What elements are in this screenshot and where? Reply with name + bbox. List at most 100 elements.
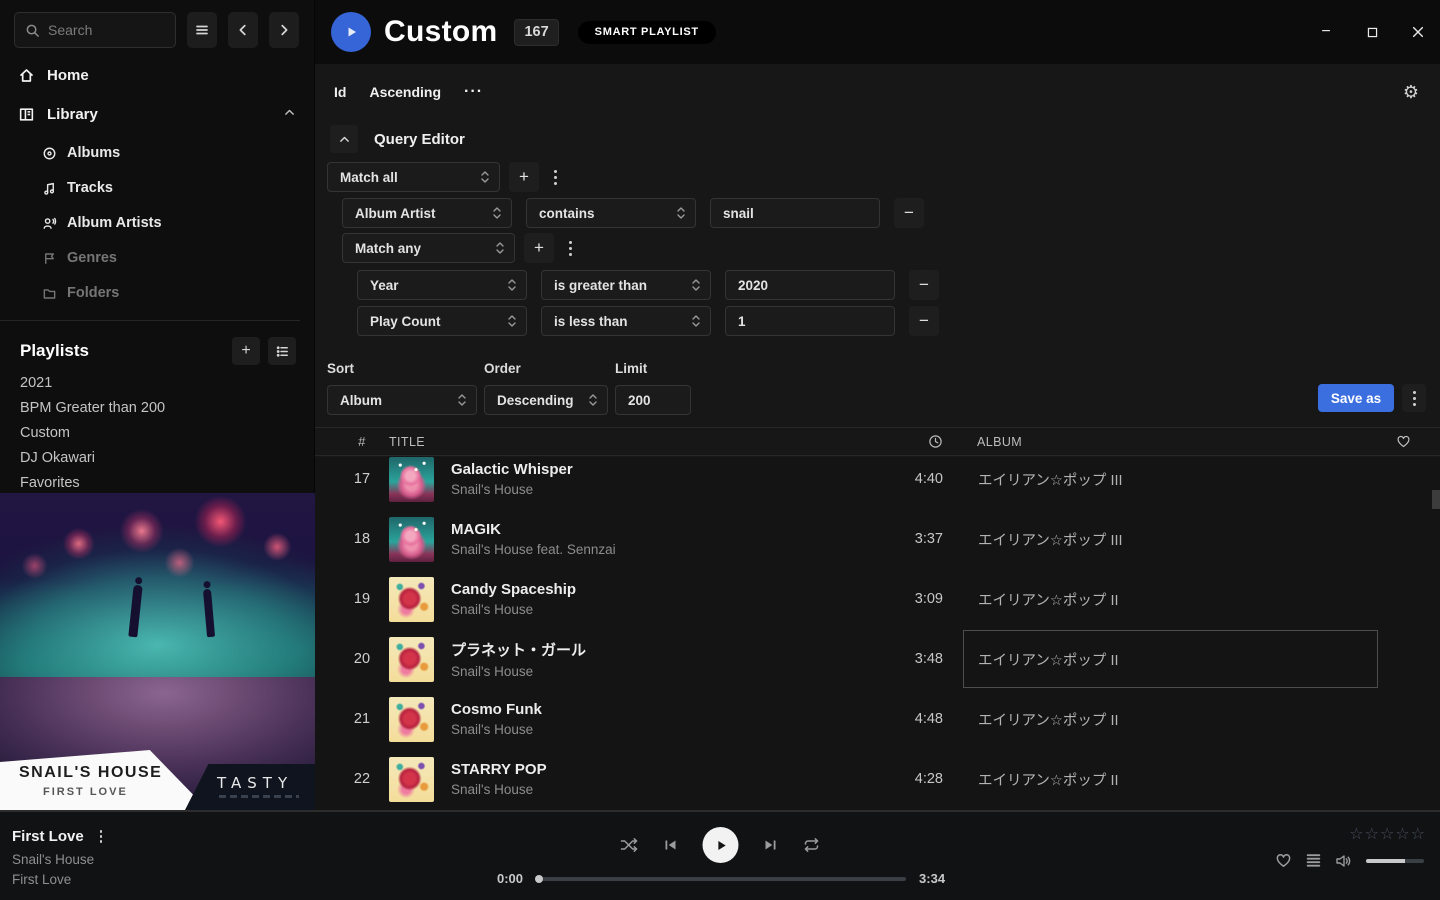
track-album-cell[interactable]: エイリアン☆ポップ II: [963, 750, 1378, 808]
progress-bar[interactable]: [536, 877, 906, 881]
shuffle-button[interactable]: [620, 837, 639, 853]
column-duration[interactable]: [873, 434, 963, 449]
limit-input[interactable]: [615, 385, 691, 415]
sidebar-item-genres[interactable]: Genres: [0, 245, 314, 271]
favorite-button[interactable]: [1275, 852, 1292, 869]
volume-slider[interactable]: [1366, 859, 1424, 863]
play-icon: [343, 24, 359, 40]
rule-value-input[interactable]: [725, 270, 895, 300]
track-album-cell[interactable]: エイリアン☆ポップ III: [963, 457, 1378, 508]
repeat-button[interactable]: [803, 837, 821, 853]
playlist-item[interactable]: 2021: [20, 371, 304, 396]
rule-value-input[interactable]: [725, 306, 895, 336]
track-title: Candy Spaceship: [451, 581, 873, 598]
sort-field-button[interactable]: Id: [334, 84, 346, 100]
track-row[interactable]: 20 プラネット・ガール Snail's House 3:48 エイリアン☆ポッ…: [315, 629, 1440, 689]
column-title[interactable]: TITLE: [389, 435, 873, 449]
track-options-kebab-button[interactable]: [94, 826, 109, 847]
group-options-kebab-button[interactable]: [563, 237, 578, 260]
track-album-cell[interactable]: エイリアン☆ポップ III: [963, 510, 1378, 568]
track-album-cell[interactable]: エイリアン☆ポップ II: [963, 570, 1378, 628]
track-row[interactable]: 19 Candy Spaceship Snail's House 3:09 エイ…: [315, 569, 1440, 629]
rule-operator-select[interactable]: contains: [526, 198, 696, 228]
chevrons-up-down-icon: [676, 205, 686, 221]
save-options-kebab-button[interactable]: [1402, 384, 1426, 412]
sidebar-item-folders[interactable]: Folders: [0, 280, 314, 306]
star-icon[interactable]: ☆: [1411, 824, 1425, 844]
now-playing-artist[interactable]: Snail's House: [12, 852, 108, 867]
group-options-kebab-button[interactable]: [548, 166, 563, 189]
now-playing-album[interactable]: First Love: [12, 872, 108, 887]
sidebar-item-library[interactable]: Library: [0, 101, 314, 127]
queue-button[interactable]: [1305, 852, 1322, 869]
remove-rule-button[interactable]: −: [909, 270, 939, 300]
remove-rule-button[interactable]: −: [894, 198, 924, 228]
playlist-item[interactable]: BPM Greater than 200: [20, 396, 304, 421]
star-icon[interactable]: ☆: [1365, 824, 1379, 844]
add-rule-button[interactable]: +: [524, 233, 554, 263]
nav-back-button[interactable]: [228, 12, 258, 48]
track-artist[interactable]: Snail's House: [451, 782, 873, 797]
search-input[interactable]: [48, 22, 165, 38]
previous-track-button[interactable]: [663, 837, 679, 853]
rule-field-select[interactable]: Play Count: [357, 306, 527, 336]
track-table-header: # TITLE ALBUM: [315, 427, 1440, 456]
minimize-button[interactable]: −: [1310, 16, 1342, 48]
star-icon[interactable]: ☆: [1349, 824, 1363, 844]
star-icon[interactable]: ☆: [1395, 824, 1409, 844]
rule-operator-select[interactable]: is less than: [541, 306, 711, 336]
sidebar-item-tracks[interactable]: Tracks: [0, 175, 314, 201]
rule-operator-select[interactable]: is greater than: [541, 270, 711, 300]
match-type-select[interactable]: Match all: [327, 162, 500, 192]
sidebar-item-home[interactable]: Home: [0, 62, 314, 88]
track-album-cell[interactable]: エイリアン☆ポップ II: [963, 690, 1378, 748]
collapse-query-editor-button[interactable]: [330, 125, 358, 153]
rule-field-select[interactable]: Album Artist: [342, 198, 512, 228]
rule-value-input[interactable]: [710, 198, 880, 228]
match-type-select[interactable]: Match any: [342, 233, 515, 263]
column-album[interactable]: ALBUM: [963, 435, 1378, 449]
progress-handle[interactable]: [535, 875, 543, 883]
track-artist[interactable]: Snail's House feat. Sennzai: [451, 542, 873, 557]
scrollbar-thumb[interactable]: [1432, 490, 1440, 509]
order-select[interactable]: Descending: [484, 385, 608, 415]
sort-select[interactable]: Album: [327, 385, 477, 415]
add-playlist-button[interactable]: +: [232, 337, 260, 365]
track-row[interactable]: 17 Galactic Whisper Snail's House 4:40 エ…: [315, 457, 1440, 509]
track-artist[interactable]: Snail's House: [451, 664, 873, 679]
column-index[interactable]: #: [335, 434, 389, 449]
settings-gear-button[interactable]: ⚙: [1403, 83, 1419, 101]
volume-button[interactable]: [1335, 853, 1353, 869]
sort-direction-button[interactable]: Ascending: [369, 84, 441, 100]
column-favorite[interactable]: [1378, 434, 1440, 449]
now-playing-track[interactable]: First Love: [12, 828, 84, 845]
remove-rule-button[interactable]: −: [909, 306, 939, 336]
more-options-button[interactable]: ···: [464, 83, 483, 101]
playlist-list-button[interactable]: [268, 337, 296, 365]
track-row[interactable]: 18 MAGIK Snail's House feat. Sennzai 3:3…: [315, 509, 1440, 569]
track-row[interactable]: 21 Cosmo Funk Snail's House 4:48 エイリアン☆ポ…: [315, 689, 1440, 749]
sidebar-item-album-artists[interactable]: Album Artists: [0, 210, 314, 236]
track-artist[interactable]: Snail's House: [451, 602, 873, 617]
collapse-library-button[interactable]: [283, 106, 296, 123]
next-track-button[interactable]: [763, 837, 779, 853]
save-as-button[interactable]: Save as: [1318, 384, 1394, 412]
nav-forward-button[interactable]: [269, 12, 299, 48]
search-box[interactable]: [14, 12, 176, 48]
track-artist[interactable]: Snail's House: [451, 722, 873, 737]
playlist-item[interactable]: Custom: [20, 421, 304, 446]
playlist-item[interactable]: DJ Okawari: [20, 446, 304, 471]
play-pause-button[interactable]: [703, 827, 739, 863]
now-playing-album-art[interactable]: SNAIL'S HOUSE FIRST LOVE TASTY: [0, 493, 315, 810]
rule-field-select[interactable]: Year: [357, 270, 527, 300]
menu-button[interactable]: [187, 12, 217, 48]
close-button[interactable]: [1402, 16, 1434, 48]
track-row[interactable]: 22 STARRY POP Snail's House 4:28 エイリアン☆ポ…: [315, 749, 1440, 809]
add-rule-button[interactable]: +: [509, 162, 539, 192]
star-icon[interactable]: ☆: [1380, 824, 1394, 844]
track-artist[interactable]: Snail's House: [451, 482, 873, 497]
track-album-cell-focused[interactable]: エイリアン☆ポップ II: [963, 630, 1378, 688]
sidebar-item-albums[interactable]: Albums: [0, 140, 314, 166]
maximize-button[interactable]: [1356, 16, 1388, 48]
play-playlist-button[interactable]: [331, 12, 371, 52]
